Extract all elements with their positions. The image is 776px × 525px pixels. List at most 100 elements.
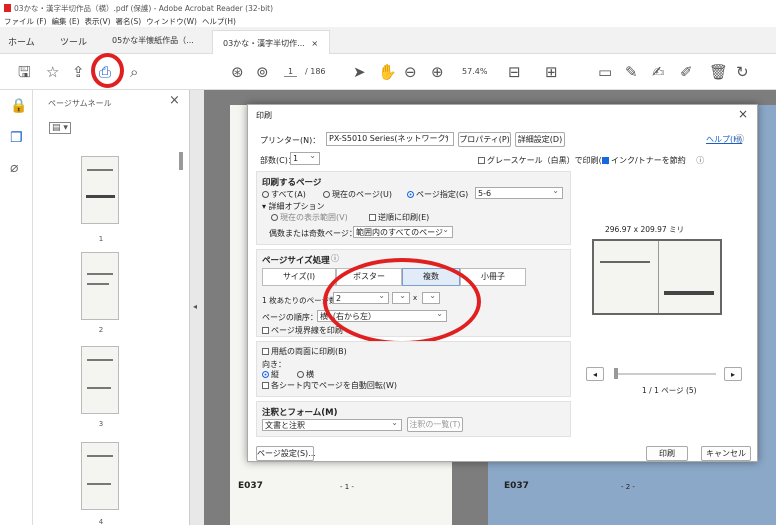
save-ink-info-icon[interactable]: ⓘ — [696, 156, 704, 165]
preview-page: 1 / 1 ページ (5) — [642, 386, 697, 395]
sizing-title: ページサイズ処理 — [262, 256, 330, 266]
radio-pages[interactable]: ページ指定(G) — [407, 189, 468, 200]
preview-pane: 296.97 x 209.97 ミリ ◂ ▸ 1 / 1 ページ (5) — [576, 171, 752, 397]
zoom-out-icon[interactable]: ⊖ — [404, 63, 417, 81]
summarize-comments-button[interactable]: 注釈の一覧(T) — [407, 417, 463, 432]
menu-help[interactable]: ヘルプ(H) — [202, 17, 236, 26]
save-ink-checkbox[interactable]: インク/トナーを節約 ⓘ — [602, 155, 704, 166]
preview-prev-button[interactable]: ◂ — [586, 367, 604, 381]
zoom-level[interactable]: 57.4% — [462, 67, 487, 76]
attachment-icon[interactable]: ⌀ — [10, 160, 18, 176]
current-view-radio[interactable]: 現在の表示範囲(V) — [271, 212, 348, 223]
page-number-input[interactable]: 1 — [284, 67, 298, 77]
prev-page-icon[interactable]: ⊛ — [231, 63, 244, 81]
autorotate-checkbox[interactable]: 各シート内でページを自動回転(W) — [262, 380, 397, 391]
duplex-checkbox[interactable]: 用紙の両面に印刷(B) — [262, 346, 347, 357]
save-ink-box[interactable] — [602, 157, 609, 164]
comments-select[interactable]: 文書と注釈 — [262, 417, 402, 431]
tab-doc-03[interactable]: 03かな・漢字半切作... × — [212, 30, 330, 54]
more-options-toggle[interactable]: ▾ 詳細オプション — [262, 201, 325, 212]
menu-sign[interactable]: 署名(S) — [116, 17, 142, 26]
comment-icon[interactable]: ▭ — [598, 63, 612, 81]
rotate-icon[interactable]: ↻ — [736, 63, 749, 81]
thumbnail-options-icon[interactable]: ▤ ▾ — [49, 122, 71, 134]
current-view-dot[interactable] — [271, 214, 278, 221]
highlight-pen-icon[interactable]: ✎ — [625, 63, 638, 81]
upload-icon[interactable]: ⇪ — [72, 63, 85, 81]
thumbnail-page-1[interactable] — [81, 156, 119, 224]
preview-next-button[interactable]: ▸ — [724, 367, 742, 381]
thumbnail-page-4[interactable] — [81, 442, 119, 510]
current-view-label: 現在の表示範囲(V) — [280, 213, 348, 222]
reverse-checkbox[interactable]: 逆順に印刷(E) — [369, 212, 429, 223]
save-ink-label: インク/トナーを節約 — [611, 156, 686, 165]
stamp-icon[interactable]: ✐ — [680, 63, 693, 81]
page-setup-button[interactable]: ページ設定(S)... — [256, 446, 316, 461]
duplex-box[interactable] — [262, 348, 269, 355]
print-border-checkbox[interactable]: ページ境界線を印刷 — [262, 325, 343, 336]
portrait-radio[interactable]: 縦 — [262, 369, 279, 380]
landscape-radio[interactable]: 横 — [297, 369, 314, 380]
preview-slider[interactable] — [614, 373, 716, 375]
printer-select[interactable]: PX-S5010 Series(ネットワーク) — [326, 130, 454, 146]
advanced-button[interactable]: 詳細設定(D) — [515, 132, 565, 147]
lock-icon[interactable]: 🔒 — [10, 98, 27, 114]
radio-current[interactable]: 現在のページ(U) — [323, 189, 392, 200]
menu-view[interactable]: 表示(V) — [85, 17, 111, 26]
collapse-arrow-icon[interactable]: ◂ — [193, 302, 197, 311]
menu-file[interactable]: ファイル (F) — [4, 17, 47, 26]
draw-icon[interactable]: ✍ — [652, 63, 665, 81]
radio-current-dot[interactable] — [323, 191, 330, 198]
landscape-dot[interactable] — [297, 371, 304, 378]
pages-icon[interactable]: ❐ — [10, 130, 23, 146]
help-icon[interactable]: ⓘ — [735, 132, 744, 145]
print-button[interactable]: 印刷 — [646, 446, 688, 461]
grayscale-box[interactable] — [478, 157, 485, 164]
zoom-search-icon[interactable]: ⌕ — [130, 63, 138, 81]
copies-input[interactable]: 1 — [290, 150, 320, 165]
page-fit-icon[interactable]: ⊟ — [508, 63, 521, 81]
next-page-icon[interactable]: ⊚ — [256, 63, 269, 81]
hand-tool-icon[interactable]: ✋ — [378, 63, 397, 81]
grayscale-checkbox[interactable]: グレースケール（白黒）で印刷(Y) — [478, 155, 610, 166]
cancel-button[interactable]: キャンセル — [701, 446, 751, 461]
portrait-dot[interactable] — [262, 371, 269, 378]
bookmark-star-icon[interactable]: ☆ — [46, 63, 59, 81]
window-titlebar: 03かな・漢字半切作品（横）.pdf (保護) - Adobe Acrobat … — [0, 0, 776, 14]
thumbnail-label-2: 2 — [98, 326, 104, 334]
dialog-title: 印刷 — [256, 111, 272, 120]
size-option[interactable]: サイズ(I) — [262, 268, 336, 286]
radio-all-dot[interactable] — [262, 191, 269, 198]
properties-button[interactable]: プロパティ(P) — [458, 132, 511, 147]
zoom-in-icon[interactable]: ⊕ — [431, 63, 444, 81]
preview-slider-handle[interactable] — [614, 368, 618, 379]
reverse-box[interactable] — [369, 214, 376, 221]
thumbnail-scrollbar[interactable] — [179, 152, 183, 170]
page-range-input[interactable]: 5-6 — [475, 185, 563, 199]
odd-even-select[interactable]: 範囲内のすべてのページ — [353, 224, 453, 238]
tab-home[interactable]: ホーム — [8, 35, 35, 48]
panel-splitter[interactable]: ◂ — [190, 90, 204, 525]
scroll-mode-icon[interactable]: ⊞ — [545, 63, 558, 81]
dialog-close-icon[interactable]: × — [738, 107, 748, 121]
page-2-number: - 2 - — [621, 483, 635, 491]
tab-close-icon[interactable]: × — [311, 39, 318, 48]
trash-icon[interactable]: 🗑 — [709, 63, 728, 81]
thumbnail-close-icon[interactable]: × — [169, 93, 180, 108]
print-border-box[interactable] — [262, 327, 269, 334]
sizing-info-icon[interactable]: ⓘ — [331, 253, 339, 264]
tab-doc-05[interactable]: 05かな半懐紙作品（... — [112, 35, 194, 46]
radio-all[interactable]: すべて(A) — [262, 189, 306, 200]
menu-window[interactable]: ウィンドウ(W) — [146, 17, 197, 26]
highlight-oval-print — [91, 53, 124, 88]
radio-pages-dot[interactable] — [407, 191, 414, 198]
tab-bar: ホーム ツール 05かな半懐紙作品（... 03かな・漢字半切作... × — [0, 27, 776, 54]
tab-tools[interactable]: ツール — [60, 35, 87, 48]
thumbnail-page-2[interactable] — [81, 252, 119, 320]
thumbnail-page-3[interactable] — [81, 346, 119, 414]
autorotate-box[interactable] — [262, 382, 269, 389]
highlight-oval-multiple — [323, 258, 481, 345]
menu-edit[interactable]: 編集 (E) — [52, 17, 80, 26]
save-icon[interactable]: 🖫 — [18, 63, 31, 81]
select-cursor-icon[interactable]: ➤ — [353, 63, 366, 81]
